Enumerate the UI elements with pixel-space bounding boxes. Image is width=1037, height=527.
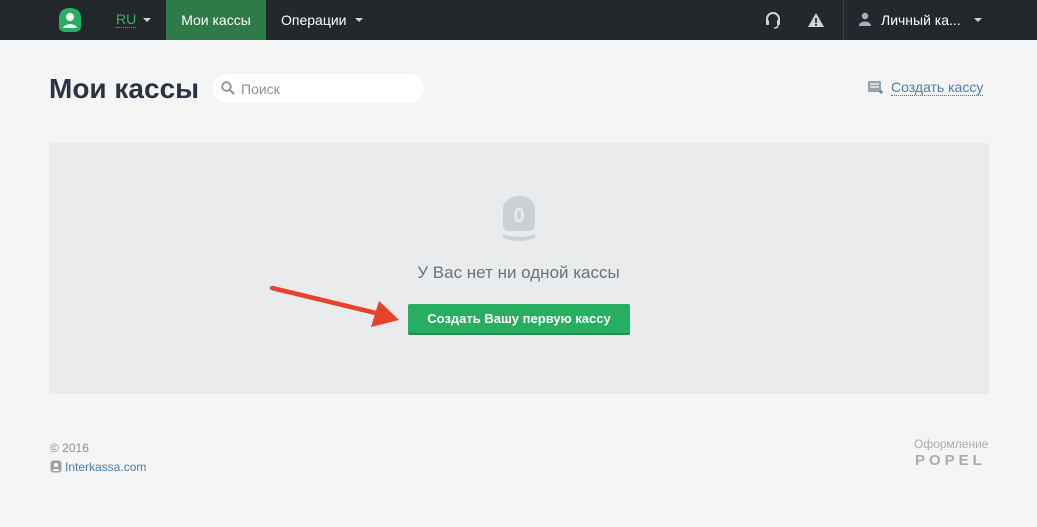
add-cashbox-icon[interactable] <box>867 80 884 95</box>
empty-cashbox-icon: 0 <box>503 196 535 241</box>
create-cashbox-link[interactable]: Создать кассу <box>891 80 984 96</box>
interkassa-logo-icon[interactable] <box>58 7 82 33</box>
interkassa-small-icon <box>50 460 62 473</box>
user-icon <box>859 12 871 26</box>
chevron-down-icon[interactable] <box>143 18 151 22</box>
design-credit-brand[interactable]: POPEL <box>915 452 986 469</box>
nav-tab-operations[interactable]: Операции <box>281 0 347 40</box>
warning-icon[interactable] <box>806 10 826 30</box>
account-menu[interactable]: Личный ка... <box>881 0 961 40</box>
chevron-down-icon[interactable] <box>974 18 982 22</box>
copyright: © 2016 <box>50 441 89 455</box>
language-selector[interactable]: RU <box>116 12 137 28</box>
design-credit-label: Оформление <box>914 437 989 451</box>
search-box <box>213 74 424 103</box>
annotation-arrow-icon <box>269 285 399 327</box>
interkassa-site-link[interactable]: Interkassa.com <box>65 460 146 474</box>
headset-icon[interactable] <box>763 10 783 30</box>
search-icon <box>221 81 235 95</box>
create-first-cashbox-button[interactable]: Создать Вашу первую кассу <box>408 304 630 335</box>
chevron-down-icon[interactable] <box>355 18 363 22</box>
search-input[interactable] <box>241 74 416 103</box>
navbar-divider <box>843 0 844 40</box>
page-title: Мои кассы <box>49 73 200 104</box>
nav-tab-my-cashboxes[interactable]: Мои кассы <box>166 0 266 40</box>
top-navbar: RU Мои кассы Операции Личный ка... <box>0 0 1037 40</box>
empty-icon-digit: 0 <box>513 205 524 227</box>
empty-state-message: У Вас нет ни одной кассы <box>417 263 620 282</box>
